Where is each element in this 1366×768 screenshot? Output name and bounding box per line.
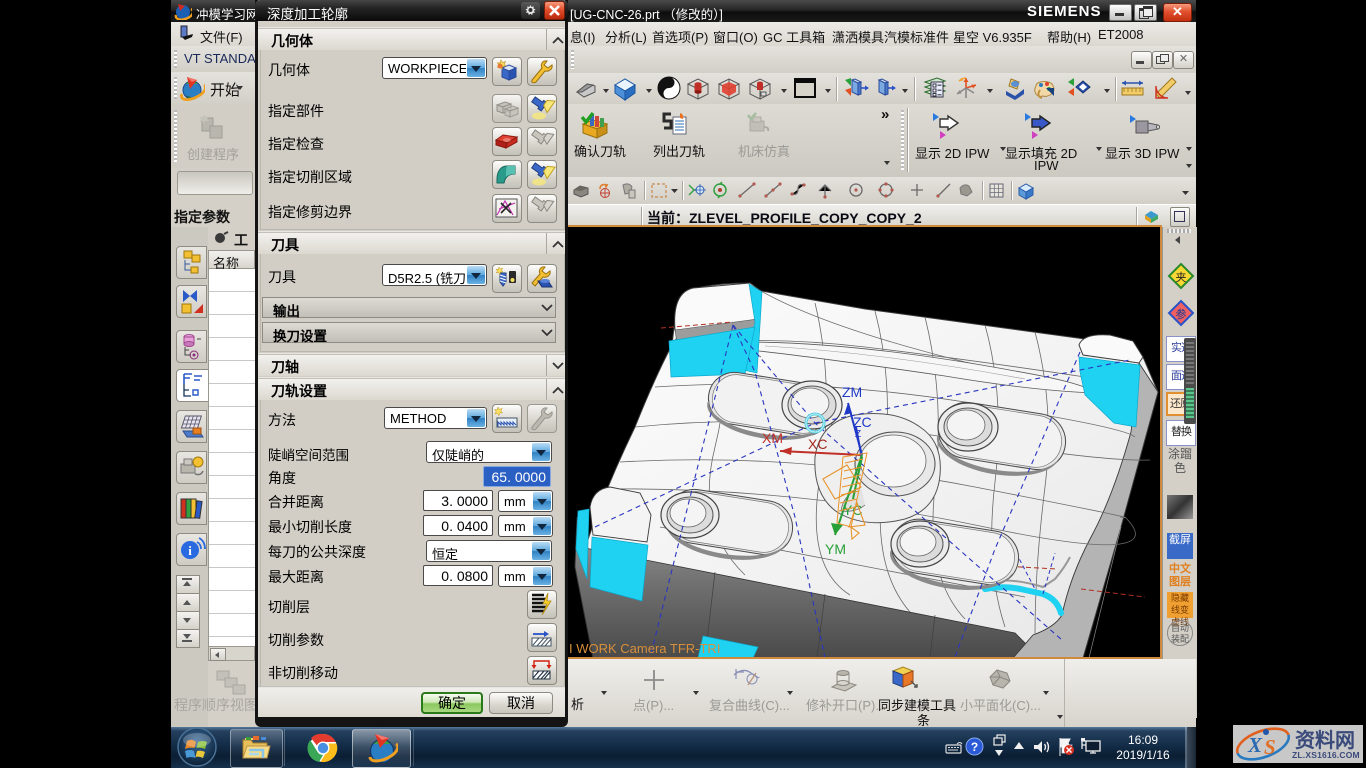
svg-text:ZC: ZC	[853, 414, 872, 430]
svg-text:X: X	[1247, 733, 1263, 757]
svg-text:i: i	[188, 543, 192, 558]
svg-text:I WORK Camera TFR-TRI: I WORK Camera TFR-TRI	[569, 641, 720, 656]
svg-text:夹: 夹	[1176, 271, 1187, 284]
svg-text:ZM: ZM	[842, 384, 862, 400]
svg-text:XC: XC	[808, 436, 827, 452]
svg-text:资料网: 资料网	[1295, 728, 1355, 752]
svg-text:YM: YM	[825, 541, 846, 557]
svg-text:?: ?	[971, 740, 978, 754]
svg-text:ZL.XS1616.COM: ZL.XS1616.COM	[1292, 750, 1360, 760]
svg-text:S: S	[1264, 735, 1276, 759]
svg-text:参: 参	[1176, 307, 1187, 321]
svg-text:Z: Z	[855, 429, 861, 440]
svg-text:XM: XM	[762, 430, 783, 446]
